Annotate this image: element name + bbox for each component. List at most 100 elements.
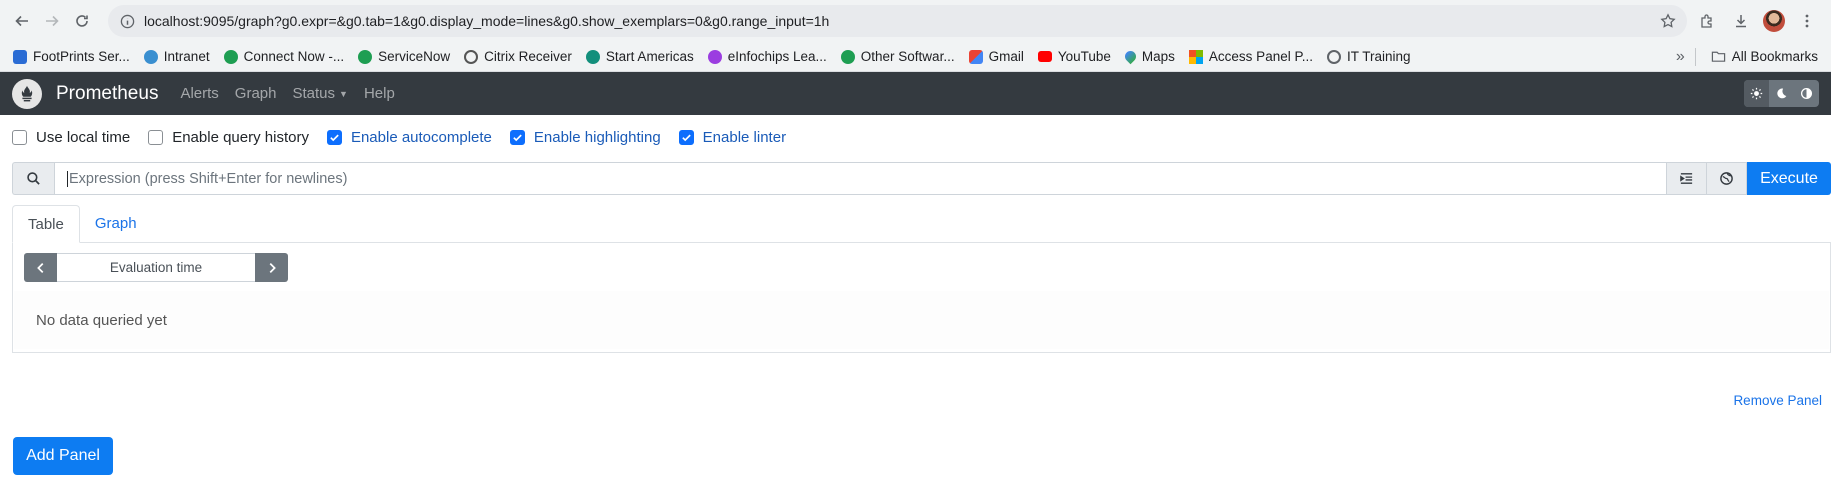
bookmark-maps[interactable]: Maps [1118, 45, 1182, 69]
globe-icon [1326, 49, 1341, 64]
checkbox-checked[interactable] [326, 129, 342, 145]
bookmark-label: Access Panel P... [1208, 49, 1313, 64]
back-icon[interactable] [8, 7, 36, 35]
bookmark-label: Start Americas [605, 49, 694, 64]
bookmark-star-icon[interactable] [1657, 10, 1679, 32]
next-time-button[interactable] [255, 253, 288, 282]
maps-pin-icon [1122, 48, 1139, 65]
tab-graph[interactable]: Graph [80, 205, 152, 242]
checkbox-checked[interactable] [678, 129, 694, 145]
metrics-explorer-icon[interactable] [1707, 162, 1747, 195]
url-text[interactable]: localhost:9095/graph?g0.expr=&g0.tab=1&g… [144, 13, 1657, 29]
option-label: Use local time [36, 128, 131, 146]
gmail-icon [968, 49, 983, 64]
option-use-local-time[interactable]: Use local time [12, 129, 130, 146]
checkbox-checked[interactable] [509, 129, 525, 145]
bookmark-einfochips[interactable]: eInfochips Lea... [701, 45, 834, 69]
address-bar[interactable]: localhost:9095/graph?g0.expr=&g0.tab=1&g… [108, 5, 1687, 37]
reload-icon[interactable] [68, 7, 96, 35]
bookmark-servicenow[interactable]: ServiceNow [351, 45, 457, 69]
option-label: Enable linter [702, 128, 787, 146]
bookmark-label: Other Softwar... [860, 49, 955, 64]
auto-theme-icon[interactable] [1794, 80, 1819, 107]
chevron-left-icon [36, 262, 43, 273]
evaluation-time-input[interactable]: Evaluation time [57, 253, 255, 282]
text-cursor [67, 170, 68, 187]
prometheus-logo-icon[interactable] [12, 78, 42, 109]
add-panel-button[interactable]: Add Panel [13, 437, 113, 475]
caret-down-icon: ▼ [339, 89, 348, 100]
profile-avatar[interactable] [1763, 10, 1785, 32]
nav-graph[interactable]: Graph [235, 85, 277, 102]
checkbox[interactable] [148, 129, 164, 145]
all-bookmarks-label: All Bookmarks [1731, 49, 1818, 64]
option-autocomplete[interactable]: Enable autocomplete [326, 128, 492, 146]
option-label: Enable autocomplete [350, 128, 492, 146]
folder-icon [1711, 51, 1725, 62]
footprints-icon [13, 49, 27, 64]
more-bookmarks-icon[interactable]: » [1666, 48, 1695, 66]
no-data-message: No data queried yet [14, 291, 1829, 349]
bookmark-label: Citrix Receiver [484, 49, 572, 64]
remove-panel-link[interactable]: Remove Panel [1733, 393, 1822, 408]
panel-tabs: Table Graph [12, 205, 1831, 243]
bookmark-connect-now[interactable]: Connect Now -... [217, 45, 352, 69]
browser-toolbar: localhost:9095/graph?g0.expr=&g0.tab=1&g… [0, 0, 1831, 42]
einfochips-icon [707, 49, 722, 64]
site-info-icon[interactable] [118, 12, 136, 30]
option-label: Enable query history [172, 128, 309, 146]
dark-theme-icon[interactable] [1769, 80, 1794, 107]
brand-title[interactable]: Prometheus [56, 83, 158, 105]
servicenow-icon [358, 49, 373, 64]
search-icon [12, 162, 54, 195]
bookmark-citrix[interactable]: Citrix Receiver [457, 45, 579, 69]
bookmarks-bar: FootPrints Ser... Intranet Connect Now -… [0, 42, 1831, 72]
bookmark-footprints[interactable]: FootPrints Ser... [6, 45, 137, 69]
theme-toggle-group [1744, 80, 1819, 107]
execute-button[interactable]: Execute [1747, 162, 1831, 195]
prometheus-navbar: Prometheus Alerts Graph Status ▼ Help [0, 72, 1831, 115]
format-expression-icon[interactable] [1667, 162, 1707, 195]
nav-status-label: Status [292, 85, 336, 102]
nav-help[interactable]: Help [364, 85, 395, 102]
youtube-icon [1037, 51, 1052, 62]
bookmark-label: Connect Now -... [243, 49, 345, 64]
citrix-icon [464, 49, 479, 64]
bookmark-youtube[interactable]: YouTube [1031, 45, 1118, 69]
bookmark-label: Gmail [988, 49, 1024, 64]
bookmark-start-americas[interactable]: Start Americas [579, 45, 701, 69]
bookmark-it-training[interactable]: IT Training [1320, 45, 1418, 69]
expression-input[interactable]: Expression (press Shift+Enter for newlin… [54, 162, 1667, 195]
option-highlighting[interactable]: Enable highlighting [509, 129, 661, 146]
previous-time-button[interactable] [24, 253, 57, 282]
chevron-right-icon [269, 262, 276, 273]
forward-icon[interactable] [38, 7, 66, 35]
bookmark-label: Maps [1141, 49, 1175, 64]
bookmark-access-panel[interactable]: Access Panel P... [1182, 45, 1320, 69]
bookmark-label: ServiceNow [378, 49, 451, 64]
expression-placeholder: Expression (press Shift+Enter for newlin… [69, 170, 348, 187]
evaluation-time-picker: Evaluation time [24, 253, 288, 282]
bookmark-intranet[interactable]: Intranet [137, 45, 217, 69]
servicenow-icon [840, 49, 855, 64]
all-bookmarks[interactable]: All Bookmarks [1704, 45, 1825, 69]
bookmark-label: YouTube [1057, 49, 1111, 64]
option-query-history[interactable]: Enable query history [148, 129, 309, 146]
expression-bar: Expression (press Shift+Enter for newlin… [12, 162, 1831, 195]
bookmark-label: IT Training [1346, 49, 1411, 64]
bookmark-gmail[interactable]: Gmail [962, 45, 1031, 69]
option-linter[interactable]: Enable linter [678, 128, 787, 146]
checkbox[interactable] [12, 129, 27, 145]
bookmark-label: Intranet [163, 49, 210, 64]
extensions-icon[interactable] [1695, 9, 1719, 33]
nav-alerts[interactable]: Alerts [180, 85, 218, 102]
download-icon[interactable] [1729, 9, 1753, 33]
servicenow-icon [223, 49, 238, 64]
microsoft-icon [1188, 49, 1203, 64]
bookmark-other-software[interactable]: Other Softwar... [834, 45, 962, 69]
tab-table[interactable]: Table [12, 205, 80, 243]
sharepoint-icon [585, 49, 600, 64]
menu-dots-icon[interactable] [1795, 9, 1819, 33]
light-theme-icon[interactable] [1744, 80, 1769, 107]
nav-status-dropdown[interactable]: Status ▼ [293, 85, 348, 102]
